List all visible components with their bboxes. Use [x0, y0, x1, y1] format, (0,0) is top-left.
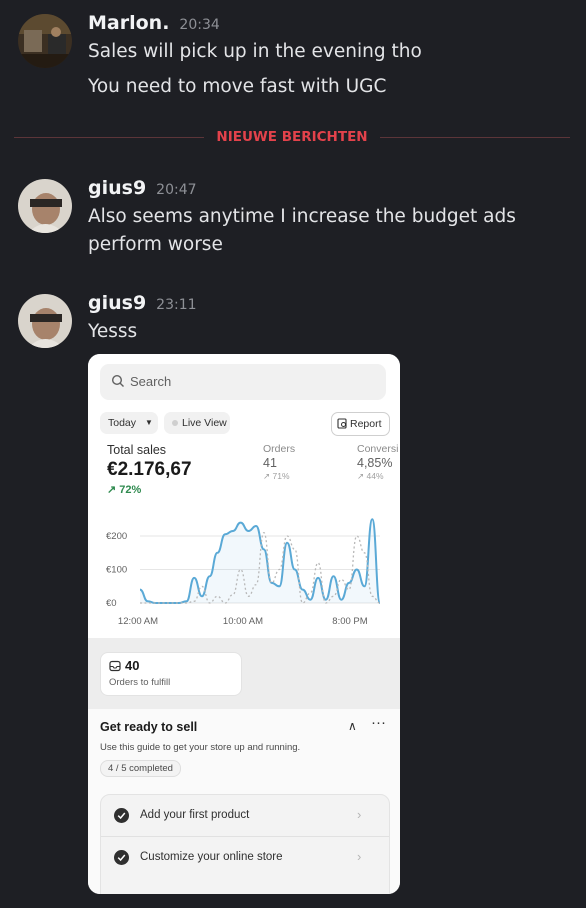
- orders-to-fulfill-card[interactable]: 40 Orders to fulfill: [100, 652, 242, 696]
- progress-badge: 4 / 5 completed: [100, 760, 181, 777]
- more-options-icon[interactable]: ···: [371, 714, 386, 731]
- chevron-up-icon[interactable]: ∧: [348, 719, 357, 733]
- report-icon: [337, 418, 347, 429]
- conversion-metric[interactable]: Conversi 4,85% ↗ 44%: [357, 443, 400, 482]
- new-messages-divider: NIEUWE BERICHTEN: [14, 129, 570, 145]
- setup-step-label: Customize your online store: [140, 851, 283, 863]
- guide-title: Get ready to sell: [100, 720, 198, 734]
- avatar[interactable]: [18, 179, 72, 233]
- date-filter-label: Today: [108, 417, 137, 429]
- x-tick-label: 10:00 AM: [223, 616, 263, 627]
- conversion-delta: ↗ 44%: [357, 471, 384, 481]
- orders-delta: ↗ 71%: [263, 471, 290, 481]
- avatar[interactable]: [18, 14, 72, 68]
- chevron-right-icon: ›: [357, 807, 362, 822]
- series-area: [140, 519, 380, 603]
- chevron-down-icon: ▼: [145, 418, 153, 427]
- orders-to-fulfill-count: 40: [125, 658, 140, 673]
- checkmark-icon: [114, 850, 129, 865]
- total-sales-metric[interactable]: Total sales €2.176,67 ↗ 72%: [107, 443, 192, 496]
- date-filter-button[interactable]: Today ▼: [100, 412, 158, 434]
- search-placeholder: Search: [130, 374, 172, 389]
- message-author[interactable]: gius9 23:11: [88, 292, 197, 314]
- orders-label: Orders: [263, 443, 296, 455]
- live-view-button[interactable]: Live View: [164, 412, 230, 434]
- setup-steps-list: Add your first product › Customize your …: [100, 794, 390, 894]
- search-input[interactable]: Search: [100, 364, 386, 400]
- conversion-value: 4,85%: [357, 456, 393, 470]
- message-author[interactable]: gius9 20:47: [88, 177, 197, 199]
- total-sales-label: Total sales: [107, 443, 167, 457]
- setup-step-label: Add your first product: [140, 809, 250, 821]
- message-timestamp: 20:34: [179, 17, 220, 33]
- total-sales-delta: ↗ 72%: [107, 484, 142, 496]
- x-tick-label: 8:00 PM: [332, 616, 367, 627]
- message-timestamp: 23:11: [156, 297, 197, 313]
- y-tick-label: €200: [106, 531, 127, 542]
- chevron-right-icon: ›: [357, 849, 362, 864]
- new-messages-label: NIEUWE BERICHTEN: [216, 129, 368, 145]
- live-dot-icon: [172, 420, 178, 426]
- message-timestamp: 20:47: [156, 182, 197, 198]
- orders-value: 41: [263, 456, 277, 470]
- avatar[interactable]: [18, 294, 72, 348]
- y-tick-label: €0: [106, 598, 117, 609]
- report-button[interactable]: Report: [331, 412, 390, 436]
- report-label: Report: [350, 418, 382, 430]
- guide-subtitle: Use this guide to get your store up and …: [100, 742, 301, 753]
- x-tick-label: 12:00 AM: [118, 616, 158, 627]
- message-author[interactable]: Marlon. 20:34: [88, 12, 220, 34]
- setup-guide: Get ready to sell ∧ ··· Use this guide t…: [88, 709, 400, 894]
- checkmark-icon: [114, 808, 129, 823]
- dashboard-panel: Search Today ▼ Live View Report Total sa…: [88, 354, 400, 638]
- y-tick-label: €100: [106, 565, 127, 576]
- sales-chart: €200 €100 €012:00 AM 10:00 AM 8:00 PM: [106, 518, 381, 627]
- message-text: Sales will pick up in the evening tho: [88, 41, 422, 62]
- message-text: perform worse: [88, 234, 223, 255]
- setup-step[interactable]: Add your first product ›: [101, 795, 389, 836]
- total-sales-value: €2.176,67: [107, 459, 192, 480]
- message-text: Also seems anytime I increase the budget…: [88, 206, 516, 227]
- orders-to-fulfill-label: Orders to fulfill: [109, 677, 171, 688]
- search-icon: [111, 374, 124, 387]
- orders-metric[interactable]: Orders 41 ↗ 71%: [263, 443, 295, 482]
- conversion-label: Conversi: [357, 443, 399, 455]
- message-text: Yesss: [88, 321, 138, 342]
- inbox-icon: [109, 660, 121, 672]
- live-view-label: Live View: [182, 417, 227, 429]
- message-text: You need to move fast with UGC: [88, 76, 387, 97]
- image-attachment[interactable]: Search Today ▼ Live View Report Total sa…: [88, 354, 400, 894]
- setup-step[interactable]: Customize your online store ›: [101, 836, 389, 878]
